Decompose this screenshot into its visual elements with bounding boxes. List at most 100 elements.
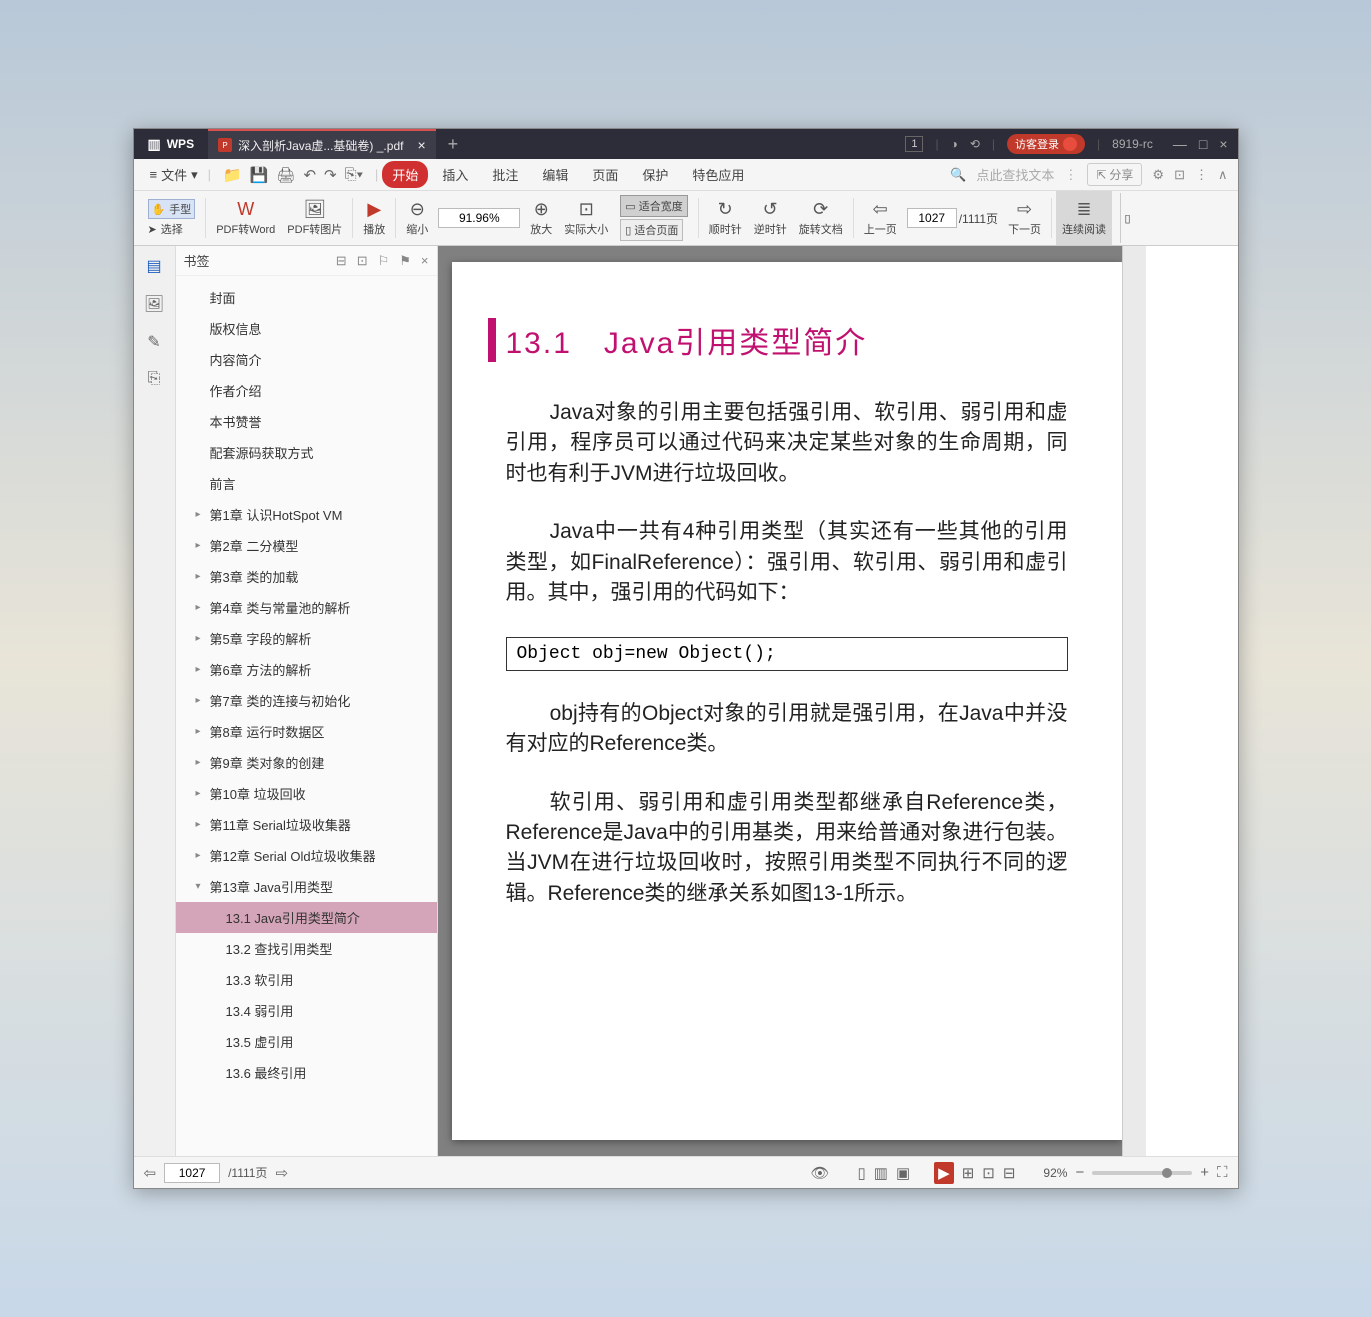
play-button[interactable]: ▶ 播放 xyxy=(357,191,391,245)
tab-start[interactable]: 开始 xyxy=(382,161,428,188)
zoom-plus-icon[interactable]: + xyxy=(1200,1164,1209,1181)
st-page-input[interactable] xyxy=(164,1163,220,1183)
bookmark-item[interactable]: ▸第10章 垃圾回收 xyxy=(176,778,437,809)
zoom-input[interactable] xyxy=(438,208,520,228)
save-icon[interactable]: 💾 xyxy=(250,166,269,184)
new-tab-button[interactable]: + xyxy=(436,134,471,155)
open-icon[interactable]: 📁 xyxy=(223,166,242,184)
actual-size-button[interactable]: ⊡ 实际大小 xyxy=(558,191,614,245)
bookmark-item[interactable]: ▸第7章 类的连接与初始化 xyxy=(176,685,437,716)
collapse-ribbon-icon[interactable]: ∧ xyxy=(1218,167,1228,183)
st-next-icon[interactable]: ⇨ xyxy=(275,1164,288,1182)
file-menu[interactable]: ≡ 文件 ▾ xyxy=(144,162,204,187)
bookmark-item[interactable]: 13.1 Java引用类型简介 xyxy=(176,902,437,933)
fullscreen-icon[interactable]: ⛶ xyxy=(1217,1164,1228,1181)
view-single-icon[interactable]: ▯ xyxy=(858,1164,866,1182)
fit-width-button[interactable]: ▭ 适合宽度 xyxy=(620,195,687,217)
bookmark-item[interactable]: ▸第12章 Serial Old垃圾收集器 xyxy=(176,840,437,871)
bookmark-item[interactable]: 配套源码获取方式 xyxy=(176,437,437,468)
find-icon[interactable]: 🔍 xyxy=(950,167,966,183)
tab-protect[interactable]: 保护 xyxy=(632,161,678,188)
export-icon[interactable]: ⎘▾ xyxy=(345,166,363,184)
view-cont-icon[interactable]: ▥ xyxy=(874,1164,888,1182)
page-input[interactable] xyxy=(907,208,957,228)
find-placeholder[interactable]: 点此查找文本 xyxy=(976,165,1054,184)
bookmark-item[interactable]: 13.3 软引用 xyxy=(176,964,437,995)
rotate-doc-button[interactable]: ⟳ 旋转文档 xyxy=(793,191,849,245)
rail-bookmark-icon[interactable]: ▤ xyxy=(146,256,161,276)
tab-annotate[interactable]: 批注 xyxy=(482,161,528,188)
document-viewport[interactable]: 13.1 Java引用类型简介 Java对象的引用主要包括强引用、软引用、弱引用… xyxy=(438,246,1122,1156)
st-prev-icon[interactable]: ⇦ xyxy=(144,1164,157,1182)
layout1-icon[interactable]: ⊞ xyxy=(962,1164,975,1182)
bm-close-icon[interactable]: × xyxy=(421,253,429,269)
layout2-icon[interactable]: ⊡ xyxy=(982,1164,995,1182)
zoom-minus-icon[interactable]: − xyxy=(1075,1164,1084,1181)
redo-icon[interactable]: ↷ xyxy=(324,166,337,184)
bm-flag-icon[interactable]: ⚑ xyxy=(399,253,411,269)
feedback-icon[interactable]: ⊡ xyxy=(1174,167,1185,183)
bookmark-item[interactable]: ▸第6章 方法的解析 xyxy=(176,654,437,685)
bookmark-item[interactable]: ▸第9章 类对象的创建 xyxy=(176,747,437,778)
view-double-icon[interactable]: ▣ xyxy=(896,1164,910,1182)
bookmark-item[interactable]: 内容简介 xyxy=(176,344,437,375)
zoom-in-button[interactable]: ⊕ 放大 xyxy=(524,191,558,245)
bookmark-item[interactable]: 本书赞誉 xyxy=(176,406,437,437)
hand-tool[interactable]: ✋ 手型 xyxy=(148,199,196,219)
rotate-cw-button[interactable]: ↻ 顺时针 xyxy=(703,191,748,245)
skin-icon[interactable]: ◑ xyxy=(951,137,958,151)
tab-insert[interactable]: 插入 xyxy=(432,161,478,188)
wps-logo[interactable]: ▥ WPS xyxy=(134,129,209,159)
rail-thumbnail-icon[interactable]: 🖼 xyxy=(144,294,164,314)
bookmark-item[interactable]: 版权信息 xyxy=(176,313,437,344)
print-icon[interactable]: 🖨 xyxy=(276,166,295,184)
rail-attach-icon[interactable]: ⎘ xyxy=(148,370,161,388)
close-icon[interactable]: × xyxy=(1219,136,1227,152)
login-button[interactable]: 访客登录 xyxy=(1007,134,1085,154)
tab-edit[interactable]: 编辑 xyxy=(532,161,578,188)
bookmark-item[interactable]: ▸第5章 字段的解析 xyxy=(176,623,437,654)
gear-icon[interactable]: ⚙ xyxy=(1152,167,1164,183)
bookmark-item[interactable]: 13.4 弱引用 xyxy=(176,995,437,1026)
bookmark-item[interactable]: 13.6 最终引用 xyxy=(176,1057,437,1088)
bookmark-item[interactable]: ▸第11章 Serial垃圾收集器 xyxy=(176,809,437,840)
bookmark-item[interactable]: ▸第2章 二分模型 xyxy=(176,530,437,561)
zoom-out-button[interactable]: ⊖ 缩小 xyxy=(400,191,434,245)
next-page-button[interactable]: ⇨ 下一页 xyxy=(1002,191,1047,245)
notification-badge[interactable]: 1 xyxy=(905,136,923,152)
bookmark-item[interactable]: ▸第3章 类的加载 xyxy=(176,561,437,592)
pdf-to-image-button[interactable]: 🖼 PDF转图片 xyxy=(281,191,348,245)
bookmark-item[interactable]: 13.5 虚引用 xyxy=(176,1026,437,1057)
maximize-icon[interactable]: □ xyxy=(1199,136,1207,152)
bookmark-item[interactable]: ▸第1章 认识HotSpot VM xyxy=(176,499,437,530)
zoom-thumb[interactable] xyxy=(1162,1168,1172,1178)
bm-expand-icon[interactable]: ⊟ xyxy=(336,253,347,269)
minimize-icon[interactable]: — xyxy=(1173,136,1187,152)
bm-collapse-icon[interactable]: ⊡ xyxy=(357,253,368,269)
layout3-icon[interactable]: ⊟ xyxy=(1003,1164,1016,1182)
bm-add-icon[interactable]: ⚐ xyxy=(378,253,390,269)
select-tool[interactable]: ➤ 选择 xyxy=(148,221,183,237)
st-play-icon[interactable]: ▶ xyxy=(934,1162,954,1184)
prev-page-button[interactable]: ⇦ 上一页 xyxy=(858,191,903,245)
tab-page[interactable]: 页面 xyxy=(582,161,628,188)
undo-icon[interactable]: ↶ xyxy=(303,166,316,184)
bookmark-item[interactable]: ▸第8章 运行时数据区 xyxy=(176,716,437,747)
continuous-read-button[interactable]: ≣ 连续阅读 xyxy=(1056,191,1112,245)
tab-document[interactable]: P 深入剖析Java虚...基础卷) _.pdf × xyxy=(208,129,436,159)
panel-toggle-icon[interactable]: ▯ xyxy=(1120,193,1134,243)
zoom-slider[interactable] xyxy=(1092,1171,1192,1175)
bookmark-item[interactable]: 封面 xyxy=(176,282,437,313)
sync-icon[interactable]: ⟲ xyxy=(970,137,980,151)
bookmark-item[interactable]: 前言 xyxy=(176,468,437,499)
share-button[interactable]: ⇱ 分享 xyxy=(1087,163,1142,186)
fit-page-button[interactable]: ▯ 适合页面 xyxy=(620,219,683,241)
bookmark-item[interactable]: ▸第4章 类与常量池的解析 xyxy=(176,592,437,623)
bookmark-item[interactable]: 13.2 查找引用类型 xyxy=(176,933,437,964)
rail-annotate-icon[interactable]: ✎ xyxy=(147,332,160,352)
tab-special[interactable]: 特色应用 xyxy=(682,161,754,188)
more-icon[interactable]: ⋮ xyxy=(1195,167,1208,183)
tab-close-icon[interactable]: × xyxy=(417,137,425,153)
eye-icon[interactable]: 👁 xyxy=(810,1164,829,1182)
rotate-ccw-button[interactable]: ↺ 逆时针 xyxy=(748,191,793,245)
